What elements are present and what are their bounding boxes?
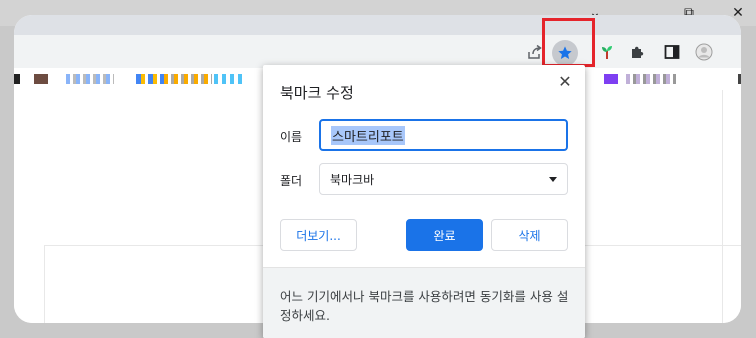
bookmark-item[interactable] [738, 74, 741, 84]
extension-sprout-button[interactable] [595, 40, 619, 64]
bookmark-item[interactable] [164, 74, 212, 84]
done-button[interactable]: 완료 [406, 219, 483, 251]
name-input-value: 스마트리포트 [331, 125, 405, 145]
edit-bookmark-dialog: 북마크 수정 ✕ 이름 스마트리포트 폴더 북마크바 더보기... 완료 삭제 … [263, 65, 585, 338]
dialog-close-button[interactable]: ✕ [555, 71, 575, 91]
close-icon: ✕ [558, 71, 572, 91]
sync-promo-footer: 어느 기기에서나 북마크를 사용하려면 동기화를 사용 설정하세요. [263, 267, 585, 338]
side-panel-icon [664, 45, 680, 59]
bookmark-name-input[interactable]: 스마트리포트 [319, 119, 568, 151]
bookmark-item[interactable] [34, 74, 48, 84]
folder-select[interactable]: 북마크바 [319, 163, 568, 195]
extension-sprout-icon [602, 46, 612, 59]
name-label: 이름 [280, 130, 303, 144]
extensions-button[interactable] [626, 40, 650, 64]
folder-label: 폴더 [280, 174, 303, 188]
folder-select-value: 북마크바 [330, 172, 375, 187]
highlight-box [542, 18, 595, 67]
profile-avatar-icon [695, 43, 713, 61]
share-icon [528, 44, 542, 59]
bookmark-item[interactable] [604, 74, 618, 84]
dialog-title: 북마크 수정 [280, 84, 354, 102]
profile-button[interactable] [692, 40, 716, 64]
delete-button[interactable]: 삭제 [491, 219, 568, 251]
browser-toolbar [14, 35, 741, 68]
bookmark-item[interactable] [626, 74, 676, 84]
bookmark-item[interactable] [214, 74, 244, 84]
caret-down-icon [549, 176, 557, 182]
puzzle-extensions-icon [632, 46, 644, 58]
sync-promo-text: 어느 기기에서나 북마크를 사용하려면 동기화를 사용 설정하세요. [280, 289, 569, 323]
side-panel-button[interactable] [660, 40, 684, 64]
more-button[interactable]: 더보기... [280, 219, 357, 251]
bookmark-item[interactable] [66, 74, 114, 84]
bookmark-item[interactable] [14, 74, 20, 84]
tab-strip [14, 15, 741, 35]
